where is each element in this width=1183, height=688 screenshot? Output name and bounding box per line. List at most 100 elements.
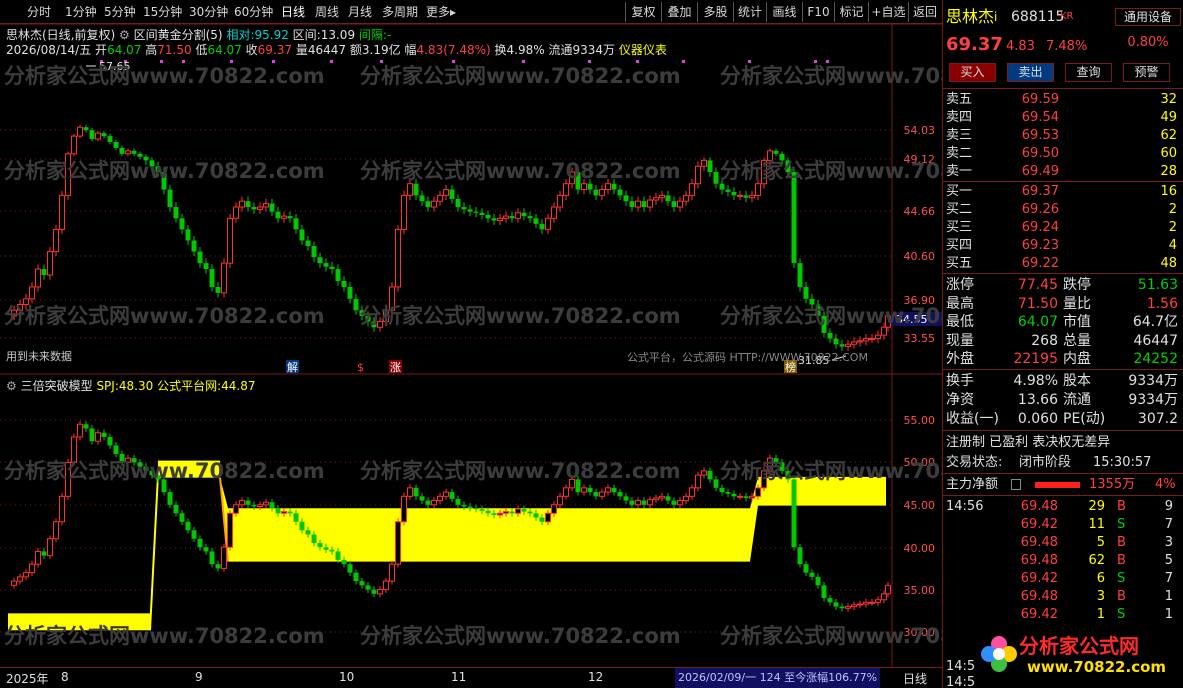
industry-tag[interactable]: 仪器仪表 (619, 43, 667, 57)
candle-body (623, 195, 629, 202)
candle-body (677, 500, 683, 506)
candle-body (77, 423, 83, 438)
candle-body (491, 513, 497, 515)
bid-label: 买三 (946, 220, 973, 235)
ask-row[interactable]: 卖四 69.54 49 (943, 109, 1183, 127)
stat-label: 总量 (1063, 332, 1091, 349)
bid-row[interactable]: 买三 69.24 2 (943, 219, 1183, 237)
candle-body (191, 240, 197, 252)
info-icon[interactable]: i (994, 8, 997, 26)
chart-area[interactable]: 54.0349.1244.6640.6036.9033.5555.0050.00… (0, 0, 942, 688)
ask-volume: 62 (1160, 128, 1177, 143)
candle-body (827, 598, 833, 603)
doc-icon[interactable] (1011, 479, 1021, 490)
bid-row[interactable]: 买一 69.37 16 (943, 183, 1183, 201)
stat-row: 涨停 77.45 跌停 51.63 (943, 276, 1183, 294)
logo-text: 分析家公式网 (1019, 634, 1139, 658)
amp-value: 4.83(7.48%) (416, 43, 491, 57)
candle-body (869, 601, 875, 604)
low-label: 低 (195, 43, 208, 57)
stat-value: 268 (1031, 332, 1058, 349)
candle-body (47, 251, 53, 276)
stat-value: 71.50 (1017, 295, 1058, 312)
indicator-name[interactable]: 区间黄金分割(5) (134, 28, 223, 42)
vol-value: 46447 (307, 43, 347, 57)
candle-body (35, 550, 41, 565)
candle-body (203, 547, 209, 552)
candle-body (317, 542, 323, 548)
sell-button[interactable]: 卖出 (1007, 63, 1054, 82)
platform-label: 公式平台网: (157, 379, 222, 393)
interval-label: 区间: (292, 28, 321, 42)
candle-body (221, 262, 227, 294)
ask-row[interactable]: 卖二 69.50 60 (943, 145, 1183, 163)
tick-count: 7 (1164, 517, 1173, 532)
bid-row[interactable]: 买五 69.22 48 (943, 255, 1183, 273)
event-tag-label: 解 (287, 360, 298, 374)
candle-body (377, 589, 383, 595)
candle-body (695, 165, 701, 185)
candle-body (233, 206, 239, 219)
candle-body (425, 201, 431, 208)
settings-icon[interactable]: ⚙ (119, 28, 130, 42)
candle-body (731, 191, 737, 196)
candle-body (407, 183, 413, 196)
candle-body (113, 445, 119, 454)
indicator-title[interactable]: 三倍突破模型 (21, 379, 93, 393)
tick-row: 69.48 3 B 1 (943, 588, 1183, 606)
bid-row[interactable]: 买二 69.26 2 (943, 201, 1183, 219)
candle-body (41, 551, 47, 556)
candle-body (707, 160, 713, 173)
alert-button[interactable]: 预警 (1123, 63, 1170, 82)
watermark: 分析家公式网www.70822.com (4, 64, 325, 88)
bid-label: 买四 (946, 238, 973, 253)
stat-label: 量比 (1063, 295, 1091, 312)
candle-body (533, 218, 539, 224)
candle-body (371, 589, 377, 594)
candle-body (287, 216, 293, 219)
candle-body (503, 215, 509, 219)
candle-body (737, 194, 743, 197)
ask-row[interactable]: 卖三 69.53 62 (943, 127, 1183, 145)
candle-body (449, 492, 455, 499)
candle-body (875, 599, 881, 603)
candle-body (257, 504, 263, 507)
tick-price: 69.42 (1020, 517, 1058, 532)
sector-button[interactable]: 通用设备 (1115, 8, 1181, 26)
candle-body (701, 159, 707, 167)
candle-body (167, 189, 173, 208)
settings-icon[interactable]: ⚙ (6, 379, 17, 393)
divider (943, 473, 1183, 474)
candle-body (335, 269, 341, 281)
buy-button[interactable]: 买入 (949, 63, 996, 82)
candle-body (671, 500, 677, 505)
kline-date: 2026/08/14/五 (6, 43, 92, 57)
candle-body (401, 495, 407, 523)
candle-body (239, 200, 245, 208)
candle-body (179, 218, 185, 230)
candle-body (725, 189, 731, 192)
register-note: 注册制 已盈利 表决权无差异 (943, 434, 1183, 452)
bid-price: 69.23 (1021, 238, 1059, 253)
candle-body (107, 136, 113, 142)
candle-body (449, 189, 455, 199)
bid-price: 69.37 (1021, 184, 1059, 199)
candle-body (251, 504, 257, 507)
query-button[interactable]: 查询 (1065, 63, 1112, 82)
candle-body (701, 470, 707, 476)
ask-row[interactable]: 卖一 69.49 28 (943, 163, 1183, 181)
bid-price: 69.24 (1021, 220, 1059, 235)
main-flow-row[interactable]: 主力净额 1355万 4% (943, 476, 1183, 494)
candle-body (599, 189, 605, 196)
candle-body (53, 228, 59, 253)
close-label: 收 (245, 43, 258, 57)
period-indicator[interactable]: 日线 (903, 670, 927, 687)
candle-body (275, 508, 281, 514)
bid-row[interactable]: 买四 69.23 4 (943, 237, 1183, 255)
high-value: 71.50 (157, 43, 192, 57)
ask-row[interactable]: 卖五 69.59 32 (943, 91, 1183, 109)
candle-body (275, 211, 281, 219)
candle-body (581, 487, 587, 493)
tick-side: B (1117, 535, 1126, 550)
candle-body (71, 135, 77, 155)
